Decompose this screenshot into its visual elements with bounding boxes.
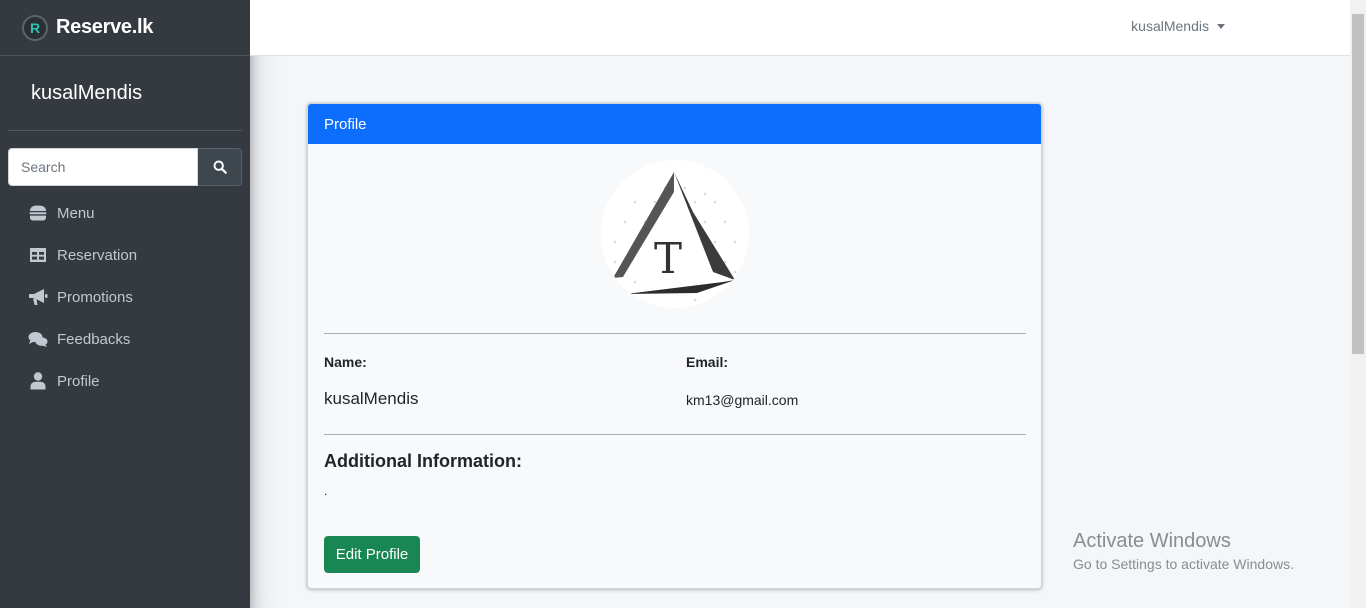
sidebar-item-label: Feedbacks bbox=[57, 330, 131, 348]
user-icon bbox=[28, 372, 48, 390]
page-scrollbar[interactable] bbox=[1350, 0, 1366, 608]
top-navbar: kusalMendis bbox=[250, 0, 1350, 56]
profile-card: Profile T Name: Email: kusalMendis km13@… bbox=[307, 103, 1042, 589]
name-label: Name: bbox=[324, 354, 367, 370]
activate-windows-watermark: Activate Windows Go to Settings to activ… bbox=[1073, 530, 1294, 572]
sidebar-item-label: Reservation bbox=[57, 246, 138, 264]
sidebar-item-label: Promotions bbox=[57, 288, 133, 306]
watermark-subtitle: Go to Settings to activate Windows. bbox=[1073, 556, 1294, 572]
bullhorn-icon bbox=[28, 288, 48, 306]
search-input[interactable] bbox=[8, 148, 198, 186]
sidebar: R Reserve.lk kusalMendis Menu bbox=[0, 0, 250, 608]
sidebar-item-feedbacks[interactable]: Feedbacks bbox=[0, 318, 250, 360]
sidebar-item-reservation[interactable]: Reservation bbox=[0, 234, 250, 276]
svg-text:T: T bbox=[654, 234, 682, 283]
email-value: km13@gmail.com bbox=[686, 392, 799, 408]
comments-icon bbox=[28, 330, 48, 348]
sidebar-item-label: Profile bbox=[57, 372, 100, 390]
additional-info-title: Additional Information: bbox=[324, 451, 522, 471]
sidebar-search bbox=[8, 148, 242, 186]
sidebar-user-name[interactable]: kusalMendis bbox=[31, 82, 142, 105]
search-icon bbox=[213, 160, 227, 174]
sidebar-item-label: Menu bbox=[57, 204, 95, 222]
table-icon bbox=[28, 246, 48, 264]
user-dropdown-toggle[interactable]: kusalMendis bbox=[1131, 18, 1225, 34]
user-dropdown-label: kusalMendis bbox=[1131, 18, 1209, 34]
watermark-title: Activate Windows bbox=[1073, 530, 1231, 552]
divider bbox=[324, 333, 1026, 334]
profile-avatar: T bbox=[601, 160, 749, 308]
name-value: kusalMendis bbox=[324, 389, 419, 408]
sidebar-item-profile[interactable]: Profile bbox=[0, 360, 250, 402]
sidebar-item-promotions[interactable]: Promotions bbox=[0, 276, 250, 318]
sidebar-nav: Menu Reservation Promotions Feedbacks Pr… bbox=[0, 192, 250, 402]
search-button[interactable] bbox=[198, 148, 242, 186]
caret-down-icon bbox=[1217, 24, 1225, 29]
brand-name: Reserve.lk bbox=[56, 16, 154, 38]
brand-link[interactable]: R Reserve.lk bbox=[0, 0, 250, 56]
divider bbox=[324, 434, 1026, 435]
edit-profile-button[interactable]: Edit Profile bbox=[324, 536, 420, 573]
user-panel: kusalMendis bbox=[8, 56, 242, 131]
additional-info-value: . bbox=[324, 484, 328, 498]
email-label: Email: bbox=[686, 354, 729, 370]
scrollbar-thumb[interactable] bbox=[1352, 14, 1364, 354]
avatar-logo-image: T bbox=[613, 172, 737, 302]
hamburger-icon bbox=[28, 204, 48, 222]
card-header: Profile bbox=[308, 104, 1041, 144]
brand-logo: R bbox=[22, 14, 48, 41]
sidebar-item-menu[interactable]: Menu bbox=[0, 192, 250, 234]
